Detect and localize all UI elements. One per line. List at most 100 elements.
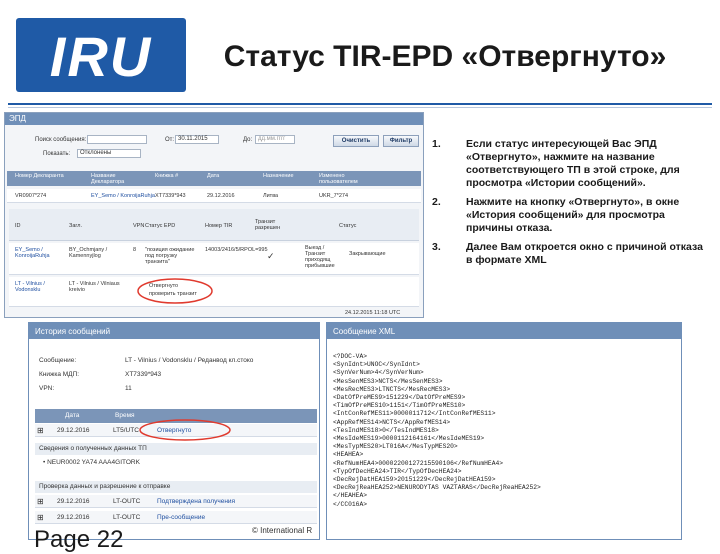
col-id: ID xyxy=(15,223,21,229)
history-field-label: Сообщение: xyxy=(39,357,77,364)
history-row-date: 29.12.2016 xyxy=(57,427,90,434)
highlight-ellipse xyxy=(139,419,231,441)
expand-icon[interactable]: ⊞ xyxy=(37,513,44,522)
xml-line: </HEAHEA> xyxy=(333,492,368,500)
instruction-item: 2. Нажмите на кнопку «Отвергнуто», в окн… xyxy=(432,196,704,235)
to-date-input[interactable]: дд.мм.гггг xyxy=(255,135,295,144)
rejected-origin[interactable]: LT - Vilnius / Vodonsklu xyxy=(15,281,63,293)
detail-vpn: 8 xyxy=(133,247,137,253)
detail-row-rejected[interactable]: LT - Vilnius / Vodonsklu LT - Vilnius / … xyxy=(9,277,419,307)
history-panel: История сообщений Сообщение: LT - Vilniu… xyxy=(28,322,320,540)
cell-modified-by: UKR_7*274 xyxy=(319,193,349,199)
instruction-item: 1. Если статус интересующей Вас ЭПД «Отв… xyxy=(432,138,704,190)
clear-button[interactable]: Очистить xyxy=(333,135,379,147)
col-head: Загл. xyxy=(69,223,83,229)
history-field-value: 11 xyxy=(125,385,132,392)
col-carnet[interactable]: Книжка # xyxy=(155,173,178,179)
xml-line: <DecRejReaHEA252>NENURODYTAS VAZTARAS</D… xyxy=(333,484,541,492)
col-modified-by[interactable]: Изменено пользователем xyxy=(319,173,373,185)
detail-header: ID Загл. VPN Статус EPD Номер TIR Транзи… xyxy=(9,209,419,241)
history-row[interactable]: ⊞ 29.12.2016 LT-OUTC Подтверждена получе… xyxy=(35,495,317,508)
history-row-time: LT-OUTC xyxy=(113,514,141,521)
xml-line: <AppRefMES14>NCTS</AppRefMES14> xyxy=(333,418,451,426)
instruction-number: 1. xyxy=(432,138,441,150)
history-row[interactable]: ⊞ 29.12.2016 LT-OUTC Пре-сообщение xyxy=(35,511,317,524)
expand-icon[interactable]: ⊞ xyxy=(37,426,44,435)
cell-destination: Литва xyxy=(263,193,279,199)
col-vpn: VPN xyxy=(133,223,145,229)
detail-state: Закрывающие xyxy=(349,251,386,257)
epd-window: ЭПД Поиск сообщения: Показать: Отклонены… xyxy=(4,112,424,318)
xml-line: <HEAHEA> xyxy=(333,451,364,459)
xml-line: <SynIdnt>UNOC</SynIdnt> xyxy=(333,361,420,369)
page-number: Page 22 xyxy=(34,526,124,553)
detail-origin[interactable]: EY_Semo / KonroijaRuhja xyxy=(15,247,63,259)
instruction-item: 3. Далее Вам откроется окно с причиной о… xyxy=(432,241,704,267)
expand-icon[interactable]: ⊞ xyxy=(37,497,44,506)
history-row-status[interactable]: Подтверждена получения xyxy=(157,498,235,505)
xml-line: </CC016A> xyxy=(333,500,368,508)
instruction-text: Нажмите на кнопку «Отвергнуто», в окне «… xyxy=(466,196,680,234)
col-declarant-number[interactable]: Номер Декларанта xyxy=(15,173,64,179)
history-row-time: LT5/UTC xyxy=(113,427,139,434)
detail-tir: 14003/2416/5/RPOL=995 xyxy=(205,247,268,253)
xml-line: <MesTypMES20>LT016A</MesTypMES20> xyxy=(333,443,458,451)
xml-line: <MesSenMES3>NCTS</MesSenMES3> xyxy=(333,377,443,385)
from-date-label: От: xyxy=(165,137,175,143)
col-state: Статус xyxy=(339,223,357,229)
history-col-time[interactable]: Время xyxy=(115,412,135,419)
history-section: Проверка данных и разрешение к отправке xyxy=(35,481,317,493)
history-section-item: • NEUR0002 YA74 AAA4GITORK xyxy=(43,459,140,466)
history-row-date: 29.12.2016 xyxy=(57,514,90,521)
instruction-number: 3. xyxy=(432,241,441,253)
xml-line: <TesIndMES18>0</TesIndMES18> xyxy=(333,426,439,434)
cell-date: 29.12.2016 xyxy=(207,193,235,199)
detail-status: "позиция ожидание под погрузку транзита" xyxy=(145,247,195,265)
cell-carnet: XT7339*943 xyxy=(155,193,186,199)
slide-title: Статус TIR-EPD «Отвергнуто» xyxy=(223,40,667,73)
check-icon: ✓ xyxy=(267,251,275,261)
history-field-label: Книжка МДП: xyxy=(39,371,80,378)
xml-line: <RefNumHEA4>00002200127215590106</RefNum… xyxy=(333,459,504,467)
header-divider-thin xyxy=(8,107,712,108)
history-field-label: VPN: xyxy=(39,385,55,392)
xml-line: <MesIdeMES19>0000112164161</MesIdeMES19> xyxy=(333,435,485,443)
from-date-input[interactable]: 30.11.2015 xyxy=(175,135,219,144)
filter-button[interactable]: Фильтр xyxy=(383,135,419,147)
xml-line: <DatOfPreMES9>151229</DatOfPreMES9> xyxy=(333,394,466,402)
search-label: Поиск сообщения: xyxy=(35,137,87,143)
copyright-text: © International R xyxy=(252,526,313,535)
col-destination[interactable]: Назначение xyxy=(263,173,294,179)
xml-line: <TimOfPreMES10>1151</TimOfPreMES10> xyxy=(333,402,466,410)
iru-logo: IRU xyxy=(16,18,186,92)
xml-line: <IntConRefMES11>0000011712</IntConRefMES… xyxy=(333,410,496,418)
table-row[interactable]: VR0907*274 EY_Semo / KonroijaRuhja XT733… xyxy=(7,189,421,203)
xml-line: <TypOfDecHEA24>TIR</TypOfDecHEA24> xyxy=(333,467,462,475)
col-date[interactable]: Дата xyxy=(207,173,219,179)
rejected-office: LT - Vilnius / Vilniaus kreivio xyxy=(69,281,120,293)
search-input[interactable] xyxy=(87,135,147,144)
col-declarant-name[interactable]: Название Декларатора xyxy=(91,173,143,185)
header-divider xyxy=(8,103,712,105)
instruction-text: Если статус интересующей Вас ЭПД «Отверг… xyxy=(466,138,680,189)
grid-header: Номер Декларанта Название Декларатора Кн… xyxy=(7,171,421,186)
detail-office: BY_Ochmjany / Kamennyjlog xyxy=(69,247,108,259)
history-field-value: XT7339*943 xyxy=(125,371,162,378)
xml-line: <DecRejDatHEA159>20151229</DecRejDatHEA1… xyxy=(333,476,496,484)
xml-line: <SynVerNum>4</SynVerNum> xyxy=(333,369,424,377)
logo-text: IRU xyxy=(49,25,153,88)
xml-panel: Сообщение XML <?DOC-VA> <SynIdnt>UNOC</Sy… xyxy=(326,322,682,540)
detail-decision: Выезд / Транзит приходящ прибывшие xyxy=(305,245,335,269)
history-section: Сведения о полученных данных ТП xyxy=(35,443,317,455)
history-row-status[interactable]: Пре-сообщение xyxy=(157,514,205,521)
window-timestamp: 24.12.2015 11:18 UTC xyxy=(345,310,401,316)
history-panel-title: История сообщений xyxy=(29,323,319,339)
history-col-date[interactable]: Дата xyxy=(65,412,79,419)
detail-row[interactable]: EY_Semo / KonroijaRuhja BY_Ochmjany / Ka… xyxy=(9,243,419,275)
xml-panel-title: Сообщение XML xyxy=(327,323,681,339)
status-filter-select[interactable]: Отклонены xyxy=(77,149,141,158)
cell-declarant-name[interactable]: EY_Semo / KonroijaRuhja xyxy=(91,193,155,199)
instructions-list: 1. Если статус интересующей Вас ЭПД «Отв… xyxy=(432,138,704,273)
history-field-value: LT - Vilnius / Vodonsklu / Реданвод кл.с… xyxy=(125,357,254,364)
instruction-text: Далее Вам откроется окно с причиной отка… xyxy=(466,241,703,266)
